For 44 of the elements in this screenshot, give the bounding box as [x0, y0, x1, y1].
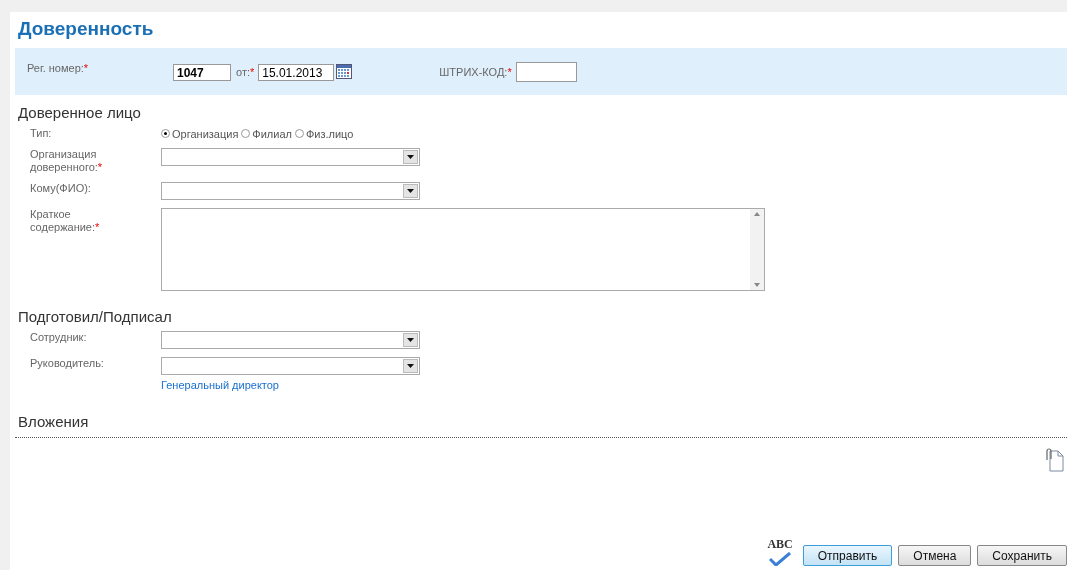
field-label: Тип: — [29, 127, 53, 140]
dropdown-field[interactable] — [161, 148, 420, 166]
section-heading: Вложения — [18, 413, 90, 430]
input-field[interactable] — [515, 62, 577, 82]
field-label: Рег. номер:* — [26, 62, 90, 74]
section-heading: Подготовил/Подписал — [18, 308, 173, 325]
scroll-down-icon[interactable] — [754, 283, 760, 287]
spellcheck-button[interactable]: ABC — [767, 537, 793, 566]
section-heading: Доверенное лицо — [18, 104, 142, 121]
field-label: Сотрудник: — [29, 331, 88, 345]
radio-button[interactable] — [161, 129, 170, 138]
dropdown-button[interactable] — [403, 333, 418, 347]
radio-option[interactable]: Филиал — [241, 127, 292, 140]
radio-option[interactable]: Организация — [161, 127, 239, 140]
input-field[interactable]: 1047 — [173, 64, 231, 81]
field-label: Кому(ФИО): — [29, 182, 92, 196]
radio-button[interactable] — [294, 129, 304, 138]
field-label: Организация доверенного:* — [29, 148, 104, 174]
field-label: ШТРИХ-КОД:* — [439, 66, 512, 78]
field-label: Краткое содержание:* — [29, 208, 101, 235]
dropdown-field[interactable] — [161, 331, 420, 349]
action-button[interactable]: Отправить — [802, 545, 893, 566]
action-button[interactable]: Сохранить — [977, 545, 1067, 566]
dropdown-field[interactable] — [161, 182, 420, 200]
field-label: от:* — [236, 66, 255, 78]
dropdown-button[interactable] — [403, 150, 418, 164]
caret-icon — [407, 338, 414, 342]
link[interactable]: Генеральный директор — [161, 379, 420, 391]
field-label: Руководитель: — [29, 357, 105, 371]
text-area[interactable] — [161, 208, 765, 291]
caret-icon — [407, 364, 414, 368]
attachment-icon[interactable] — [1044, 448, 1064, 472]
page-title: Доверенность — [18, 18, 155, 40]
radio-option[interactable]: Физ.лицо — [294, 127, 354, 140]
scroll-up-icon[interactable] — [754, 212, 760, 216]
dropdown-button[interactable] — [403, 184, 418, 198]
dropdown-field[interactable] — [161, 357, 420, 375]
calendar-icon[interactable] — [336, 64, 353, 79]
action-button[interactable]: Отмена — [898, 545, 972, 566]
radio-button[interactable] — [241, 129, 251, 138]
caret-icon — [407, 189, 414, 193]
caret-icon — [407, 155, 414, 159]
date-field[interactable]: 15.01.2013 — [258, 64, 335, 81]
dropdown-button[interactable] — [403, 359, 418, 373]
